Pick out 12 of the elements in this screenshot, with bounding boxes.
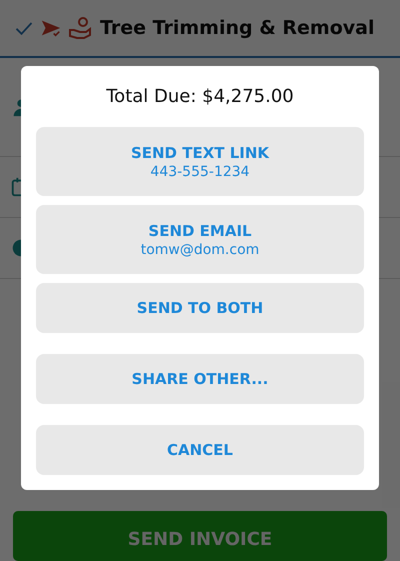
- option-detail: 443-555-1234: [150, 164, 250, 180]
- option-button[interactable]: SHARE OTHER...: [36, 354, 364, 404]
- page-title: Tree Trimming & Removal: [100, 17, 375, 39]
- option-button[interactable]: SEND TEXT LINK 443-555-1234: [36, 127, 364, 196]
- calendar-icon: [10, 176, 21, 198]
- hand-person-icon: [68, 16, 92, 40]
- option-button[interactable]: SEND EMAIL tomw@dom.com: [36, 205, 364, 274]
- option-button[interactable]: CANCEL: [36, 425, 364, 475]
- option-detail: tomw@dom.com: [140, 242, 260, 258]
- option-button[interactable]: SEND TO BOTH: [36, 283, 364, 333]
- total-due: Total Due: $4,275.00: [105, 86, 295, 107]
- send-invoice-button[interactable]: SEND INVOICE: [13, 511, 387, 561]
